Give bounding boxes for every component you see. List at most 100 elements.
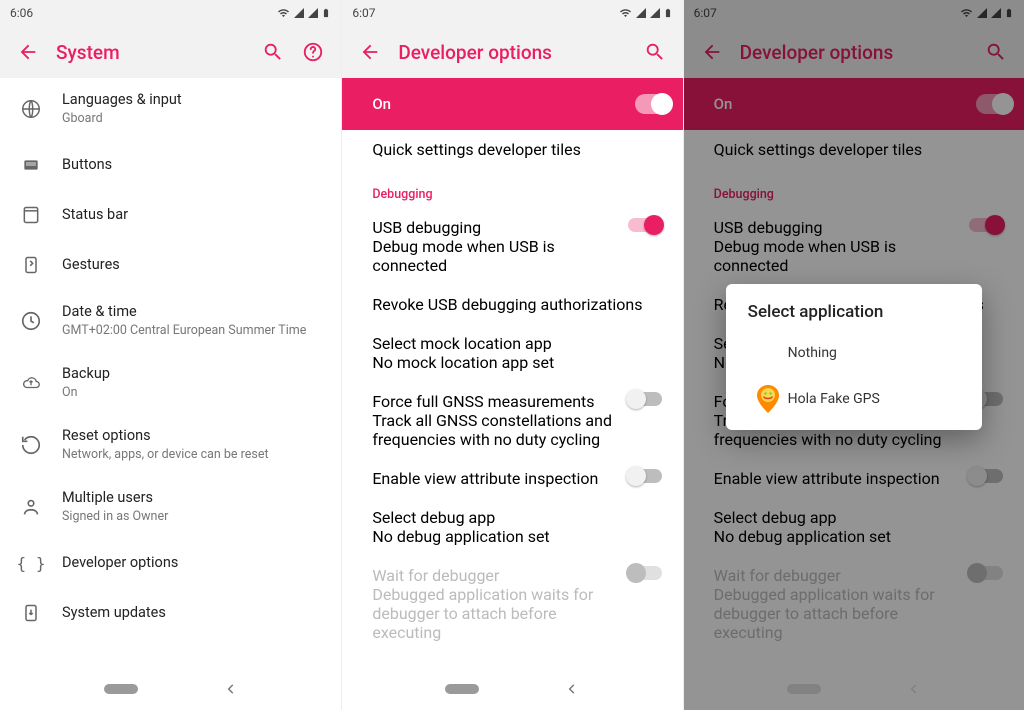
item-debug-app[interactable]: Select debug app No debug application se… bbox=[342, 498, 682, 556]
help-button[interactable] bbox=[293, 32, 333, 72]
item-title: Backup bbox=[62, 364, 317, 384]
page-title: Developer options bbox=[390, 41, 634, 64]
wait-switch bbox=[628, 566, 662, 580]
navigation-bar bbox=[342, 668, 682, 710]
item-title: Developer options bbox=[62, 553, 317, 573]
wifi-icon bbox=[276, 7, 291, 19]
chevron-left-icon bbox=[565, 682, 579, 696]
system-list[interactable]: Languages & inputGboard Buttons Status b… bbox=[0, 78, 341, 668]
search-icon bbox=[262, 41, 284, 63]
item-title: Select mock location app bbox=[372, 334, 672, 353]
item-sub: No debug application set bbox=[372, 527, 672, 546]
status-icons bbox=[276, 6, 331, 20]
item-sub: Signed in as Owner bbox=[62, 509, 317, 526]
item-quick-tiles[interactable]: Quick settings developer tiles bbox=[342, 130, 682, 169]
item-sub: Track all GNSS constellations and freque… bbox=[372, 411, 616, 449]
app-bar: System bbox=[0, 26, 341, 78]
status-bar: 6:07 bbox=[342, 0, 682, 26]
item-sub: No mock location app set bbox=[372, 353, 672, 372]
item-sub: On bbox=[62, 385, 317, 402]
select-application-dialog: Select application Nothing Hola Fake GPS bbox=[726, 284, 982, 430]
search-button[interactable] bbox=[253, 32, 293, 72]
item-system-updates[interactable]: System updates bbox=[0, 588, 341, 638]
wifi-icon bbox=[618, 7, 633, 19]
signal-icon-2 bbox=[649, 7, 661, 19]
signal-icon bbox=[293, 7, 305, 19]
item-mock-location[interactable]: Select mock location app No mock locatio… bbox=[342, 324, 682, 382]
item-buttons[interactable]: Buttons bbox=[0, 140, 341, 190]
statusbar-icon bbox=[21, 205, 41, 225]
item-backup[interactable]: BackupOn bbox=[0, 352, 341, 414]
nav-back-button[interactable] bbox=[565, 682, 579, 696]
home-pill[interactable] bbox=[445, 684, 479, 694]
master-switch-row[interactable]: On bbox=[342, 78, 682, 130]
item-view-attr[interactable]: Enable view attribute inspection bbox=[342, 459, 682, 498]
status-icons bbox=[618, 6, 673, 20]
section-debugging: Debugging bbox=[342, 169, 682, 208]
master-label: On bbox=[372, 95, 634, 113]
nav-back-button[interactable] bbox=[224, 682, 238, 696]
page-title: System bbox=[48, 41, 253, 64]
item-title: Status bar bbox=[62, 205, 317, 225]
item-title: Quick settings developer tiles bbox=[372, 140, 672, 159]
item-sub: Gboard bbox=[62, 111, 317, 128]
item-title: Date & time bbox=[62, 302, 317, 322]
item-title: System updates bbox=[62, 603, 317, 623]
app-bar: Developer options bbox=[342, 26, 682, 78]
item-sub: Debugged application waits for debugger … bbox=[372, 585, 616, 642]
dialog-item-hola[interactable]: Hola Fake GPS bbox=[726, 376, 982, 422]
help-icon bbox=[302, 41, 324, 63]
battery-icon bbox=[321, 6, 331, 20]
dialog-item-nothing[interactable]: Nothing bbox=[726, 330, 982, 376]
item-developer[interactable]: { } Developer options bbox=[0, 538, 341, 588]
item-users[interactable]: Multiple usersSigned in as Owner bbox=[0, 476, 341, 538]
battery-icon bbox=[663, 6, 673, 20]
item-title: Revoke USB debugging authorizations bbox=[372, 295, 672, 314]
clock: 6:07 bbox=[352, 6, 375, 20]
item-title: USB debugging bbox=[372, 218, 616, 237]
braces-icon: { } bbox=[17, 554, 46, 573]
item-gnss[interactable]: Force full GNSS measurements Track all G… bbox=[342, 382, 682, 459]
item-wait-debugger: Wait for debugger Debugged application w… bbox=[342, 556, 682, 652]
item-datetime[interactable]: Date & timeGMT+02:00 Central European Su… bbox=[0, 290, 341, 352]
item-title: Wait for debugger bbox=[372, 566, 616, 585]
view-attr-switch[interactable] bbox=[628, 469, 662, 483]
gnss-switch[interactable] bbox=[628, 392, 662, 406]
cloud-icon bbox=[19, 374, 43, 392]
developer-list[interactable]: On Quick settings developer tiles Debugg… bbox=[342, 78, 682, 668]
arrow-back-icon bbox=[17, 41, 39, 63]
item-gestures[interactable]: Gestures bbox=[0, 240, 341, 290]
search-button[interactable] bbox=[635, 32, 675, 72]
update-icon bbox=[21, 602, 41, 624]
arrow-back-icon bbox=[359, 41, 381, 63]
master-switch[interactable] bbox=[635, 94, 671, 114]
item-statusbar[interactable]: Status bar bbox=[0, 190, 341, 240]
home-pill[interactable] bbox=[104, 684, 138, 694]
status-bar: 6:06 bbox=[0, 0, 341, 26]
item-sub: GMT+02:00 Central European Summer Time bbox=[62, 323, 317, 340]
back-button[interactable] bbox=[350, 32, 390, 72]
user-icon bbox=[20, 496, 42, 518]
phone-system: 6:06 System bbox=[0, 0, 341, 710]
item-title: Select debug app bbox=[372, 508, 672, 527]
dialog-title: Select application bbox=[726, 302, 982, 330]
item-sub: Debug mode when USB is connected bbox=[372, 237, 616, 275]
keyboard-icon bbox=[20, 157, 42, 173]
chevron-left-icon bbox=[224, 682, 238, 696]
item-usb-debugging[interactable]: USB debugging Debug mode when USB is con… bbox=[342, 208, 682, 285]
gestures-icon bbox=[21, 255, 41, 275]
signal-icon bbox=[635, 7, 647, 19]
back-button[interactable] bbox=[8, 32, 48, 72]
item-title: Multiple users bbox=[62, 488, 317, 508]
navigation-bar bbox=[0, 668, 341, 710]
item-languages[interactable]: Languages & inputGboard bbox=[0, 78, 341, 140]
item-title: Buttons bbox=[62, 155, 317, 175]
item-title: Languages & input bbox=[62, 90, 317, 110]
hola-pin-icon bbox=[756, 385, 780, 413]
clock: 6:06 bbox=[10, 6, 33, 20]
usb-debugging-switch[interactable] bbox=[628, 218, 662, 232]
dialog-item-label: Nothing bbox=[788, 345, 837, 361]
item-revoke[interactable]: Revoke USB debugging authorizations bbox=[342, 285, 682, 324]
reset-icon bbox=[20, 434, 42, 456]
item-reset[interactable]: Reset optionsNetwork, apps, or device ca… bbox=[0, 414, 341, 476]
